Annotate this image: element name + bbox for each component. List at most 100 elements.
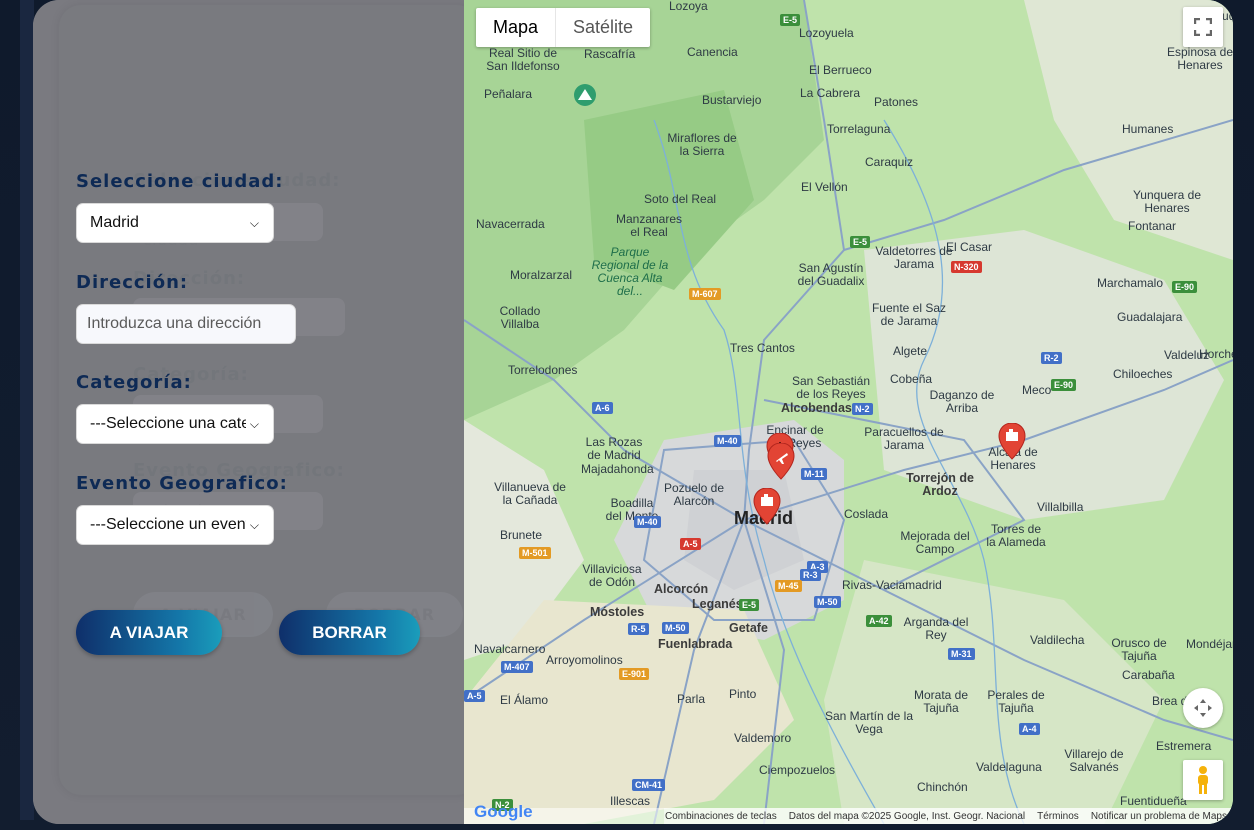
map-label: Yunquera de Henares — [1132, 188, 1202, 215]
category-select-value: ---Seleccione una categoría--- — [90, 415, 246, 432]
landmark-marker-icon[interactable] — [753, 488, 781, 528]
event-select[interactable]: ---Seleccione un evento--- ⌵ — [76, 505, 274, 545]
keyboard-shortcuts-link[interactable]: Combinaciones de teclas — [665, 811, 777, 822]
map-label: Patones — [874, 95, 919, 109]
map-label: Illescas — [610, 794, 651, 808]
road-shield: M-50 — [814, 596, 841, 608]
map-label: Paracuellos de Jarama — [864, 425, 944, 452]
map-label: Torrelaguna — [827, 122, 891, 136]
map-label: Mejorada del Campo — [900, 529, 970, 556]
map-label: Miraflores de la Sierra — [667, 131, 737, 158]
map-label: Lozoyuela — [799, 26, 854, 40]
map-label: Estremera — [1156, 739, 1212, 753]
map-label: Arroyomolinos — [546, 653, 623, 667]
travel-card: Seleccione ciudad: Seleccione una ciudad… — [33, 0, 1233, 824]
road-shield: M-501 — [519, 547, 551, 559]
map-type-map-button[interactable]: Mapa — [476, 8, 555, 47]
map-label: El Álamo — [500, 693, 549, 707]
event-label: Evento Geografico: — [76, 473, 288, 494]
map-label: Tres Cantos — [730, 341, 795, 355]
map-label: Guadalajara — [1117, 310, 1183, 324]
map-label: Rivas-Vaciamadrid — [842, 578, 942, 592]
map-label: Horche — [1199, 347, 1233, 361]
map-label: Collado Villalba — [499, 304, 541, 331]
road-shield: M-50 — [662, 622, 689, 634]
map-label: Arganda del Rey — [903, 615, 969, 642]
fullscreen-button[interactable] — [1183, 7, 1223, 47]
camera-control-icon — [1194, 699, 1212, 717]
map-label: Fuente el Saz de Jarama — [871, 301, 947, 328]
map-label: Mondéjar — [1186, 637, 1233, 651]
road-shield: M-607 — [689, 288, 721, 300]
fullscreen-icon — [1194, 18, 1212, 36]
map-label: Espinosa de Henares — [1166, 45, 1233, 72]
map-label: Navalcarnero — [474, 642, 546, 656]
map-label: Valdelaguna — [976, 760, 1042, 774]
travel-button[interactable]: A VIAJAR — [76, 610, 222, 655]
map-label: Orusco de Tajuña — [1111, 636, 1167, 663]
road-shield: A-4 — [1019, 723, 1040, 735]
map-label: Villaviciosa de Odón — [582, 562, 642, 589]
map-label: Fuenlabrada — [658, 637, 733, 651]
address-input[interactable] — [76, 304, 296, 344]
map-label-penalara: Peñalara — [484, 87, 533, 101]
road-shield: R-3 — [800, 569, 821, 581]
map-label: San Martín de la Vega — [824, 709, 914, 736]
road-shield: M-407 — [501, 661, 533, 673]
map-label: Torrelodones — [508, 363, 578, 377]
road-shield: A-5 — [680, 538, 701, 550]
road-shield: CM-41 — [632, 779, 666, 791]
map-label: Lozoya — [669, 0, 708, 13]
map-type-control: Mapa Satélite — [476, 8, 651, 47]
map-data-text: Datos del mapa ©2025 Google, Inst. Geogr… — [788, 810, 1026, 822]
clear-button[interactable]: BORRAR — [279, 610, 420, 655]
map-type-satellite-button[interactable]: Satélite — [555, 8, 650, 47]
road-shield: R-5 — [628, 623, 649, 635]
road-shield: N-2 — [852, 403, 873, 415]
road-shield: M-11 — [801, 468, 828, 480]
category-select[interactable]: ---Seleccione una categoría--- ⌵ — [76, 404, 274, 444]
map-label: Manzanares el Real — [615, 212, 683, 239]
landmark-marker-icon[interactable] — [998, 423, 1026, 463]
map-label: Valdemoro — [734, 731, 792, 745]
chevron-down-icon: ⌵ — [249, 215, 259, 230]
map-label: Leganés — [692, 597, 743, 611]
map-label: Majadahonda — [581, 462, 654, 476]
map-label: Pinto — [729, 687, 757, 701]
map-label: El Casar — [946, 240, 993, 254]
camera-control-button[interactable] — [1183, 688, 1223, 728]
map-label: Algete — [893, 344, 928, 358]
road-shield: E-90 — [1051, 379, 1077, 391]
city-select[interactable]: Madrid ⌵ — [76, 203, 274, 243]
map-label: San Agustín del Guadalix — [797, 261, 865, 288]
pegman-icon — [1198, 766, 1208, 794]
map-label: Chinchón — [917, 780, 968, 794]
chevron-down-icon: ⌵ — [249, 517, 259, 532]
map-label: Torres de la Alameda — [986, 522, 1046, 549]
city-select-value: Madrid — [90, 214, 139, 231]
google-logo[interactable]: Google — [474, 802, 533, 822]
road-shield: M-40 — [634, 516, 661, 528]
map-label: Caraquiz — [865, 155, 914, 169]
road-shield: M-45 — [775, 580, 802, 592]
map-label: Humanes — [1122, 122, 1174, 136]
address-label: Dirección: — [76, 272, 189, 293]
map-label: Alcobendas — [781, 401, 852, 415]
map-label: La Cabrera — [800, 86, 861, 100]
report-problem-link[interactable]: Notificar un problema de Maps — [1091, 811, 1227, 822]
road-shield: E-5 — [850, 236, 871, 248]
event-select-value: ---Seleccione un evento--- — [90, 516, 246, 533]
terms-link[interactable]: Términos — [1037, 811, 1079, 822]
mountain-peak-icon[interactable] — [573, 83, 597, 107]
road-shield: N-320 — [951, 261, 982, 273]
map-label: Chiloeches — [1113, 367, 1173, 381]
google-map[interactable]: Lozoya Lozoyuela El Berrueco La Cabrera … — [464, 0, 1233, 824]
road-shield: A-5 — [464, 690, 485, 702]
road-shield: R-2 — [1041, 352, 1062, 364]
street-view-pegman-button[interactable] — [1183, 760, 1223, 800]
map-label: Alcorcón — [654, 582, 709, 596]
map-label: Rascafría — [584, 47, 636, 61]
airport-marker-icon[interactable] — [767, 443, 795, 483]
map-label: Coslada — [844, 507, 889, 521]
map-label: Cobeña — [890, 372, 933, 386]
